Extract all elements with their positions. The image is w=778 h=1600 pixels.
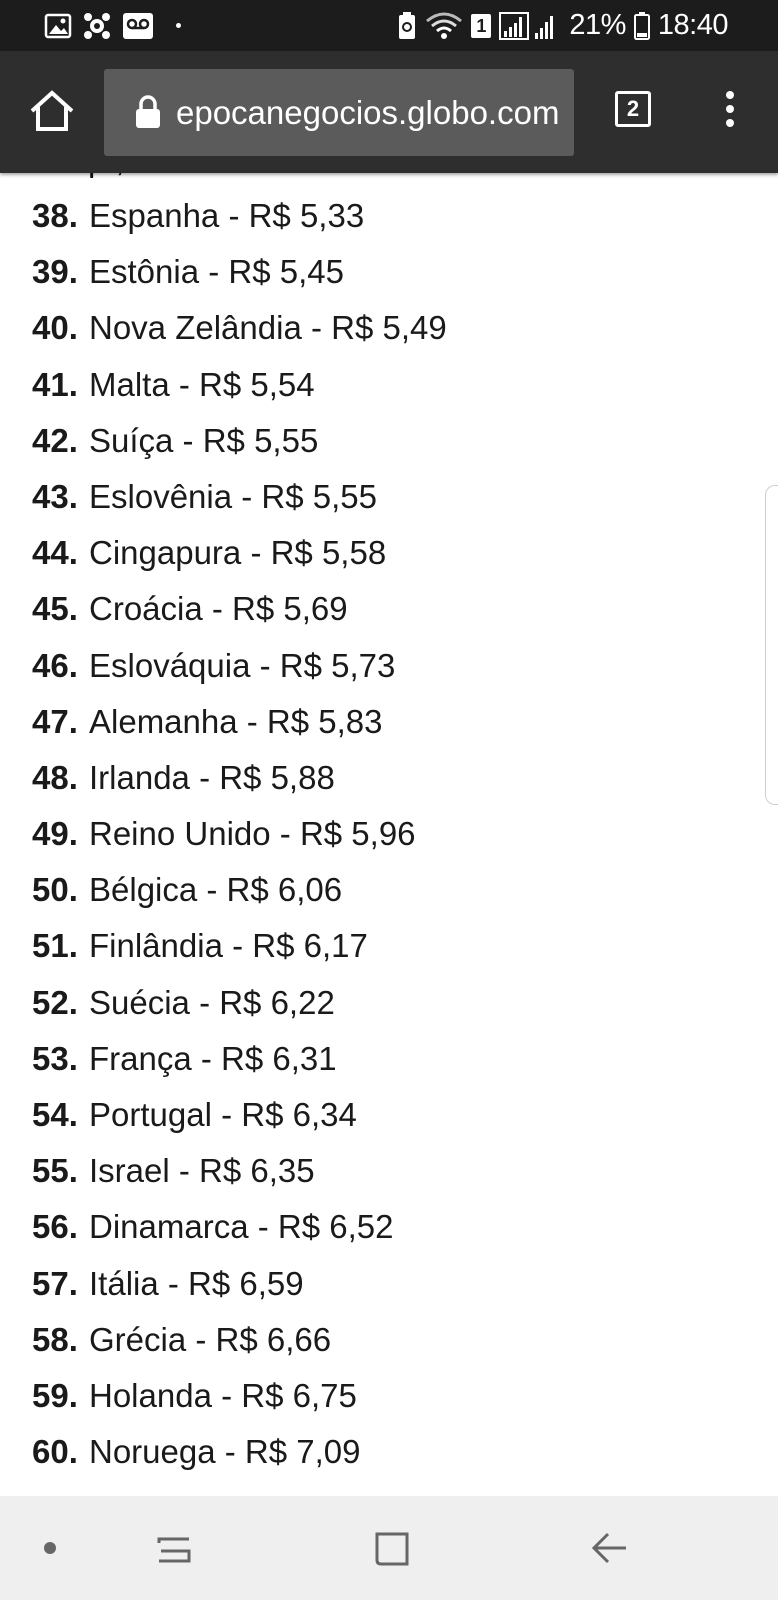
wifi-icon [426,12,463,39]
country-price: Irlanda - R$ 5,88 [89,758,335,796]
list-item: 44. Cingapura - R$ 5,58 [32,533,447,589]
country-price: Nova Zelândia - R$ 5,49 [89,309,447,347]
clock: 18:40 [657,9,729,41]
rank-number: 43. [32,477,78,515]
list-item: 46. Eslováquia - R$ 5,73 [32,646,447,702]
country-price: Eslováquia - R$ 5,73 [89,646,396,684]
list-item: 45. Croácia - R$ 5,69 [32,589,447,645]
rank-number: 54. [32,1096,78,1133]
list-item: 50. Bélgica - R$ 6,06 [32,870,447,926]
rank-number: 60. [32,1433,78,1471]
dot-icon[interactable] [44,1542,56,1554]
scroll-handle[interactable] [765,485,778,805]
rank-number: 46. [32,646,78,684]
browser-toolbar: epocanegocios.globo.com 2 [0,51,778,173]
list-item: 56. Dinamarca - R$ 6,52 [32,1207,447,1263]
rank-number: 42. [32,421,78,459]
app-icon [84,12,110,39]
rank-number: 48. [32,758,78,796]
battery-icon [633,11,650,40]
rank-number: 44. [32,534,78,572]
recent-apps-icon[interactable] [155,1529,195,1569]
list-item: 42. Suíça - R$ 5,55 [32,421,447,477]
address-bar[interactable]: epocanegocios.globo.com [104,69,574,156]
rank-number: 51. [32,927,78,965]
country-price: Estônia - R$ 5,45 [89,253,344,291]
country-price: Alemanha - R$ 5,83 [89,702,383,740]
list-item: 57. Itália - R$ 6,59 [32,1264,447,1320]
country-price: Suíça - R$ 5,55 [89,421,319,459]
voicemail-icon [123,12,153,39]
partial-line: p , [88,173,125,179]
rank-number: 39. [32,253,78,291]
tab-switcher-button[interactable]: 2 [615,91,651,127]
battery-saver-icon [399,11,416,39]
country-price: Noruega - R$ 7,09 [89,1433,361,1471]
list-item: 43. Eslovênia - R$ 5,55 [32,477,447,533]
country-price: Croácia - R$ 5,69 [89,590,348,628]
back-icon[interactable] [590,1528,630,1568]
navigation-bar [0,1496,778,1600]
rank-number: 49. [32,815,78,853]
rank-number: 55. [32,1152,78,1190]
country-price: Reino Unido - R$ 5,96 [89,815,416,853]
status-bar: 1 21% 18:40 [0,0,778,51]
rank-number: 52. [32,983,78,1021]
rank-number: 40. [32,309,78,347]
country-price: Israel - R$ 6,35 [89,1152,315,1190]
image-icon [44,13,72,38]
sim-badge: 1 [471,13,492,38]
country-price: Itália - R$ 6,59 [89,1264,304,1302]
url-text: epocanegocios.globo.com [176,94,560,131]
country-price: Holanda - R$ 6,75 [89,1376,357,1414]
list-item: 53. França - R$ 6,31 [32,1039,447,1095]
page-content: p , 38. Espanha - R$ 5,33 39. Estônia - R$ … [0,173,778,1496]
list-item: 55. Israel - R$ 6,35 [32,1151,447,1207]
country-price: Espanha - R$ 5,33 [89,197,365,234]
list-item: 58. Grécia - R$ 6,66 [32,1320,447,1376]
list-item: 39. Estônia - R$ 5,45 [32,252,447,308]
rank-number: 50. [32,871,78,909]
country-price: França - R$ 6,31 [89,1039,337,1077]
list-item: 49. Reino Unido - R$ 5,96 [32,814,447,870]
rank-number: 53. [32,1039,78,1077]
country-price: Finlândia - R$ 6,17 [89,927,368,965]
rank-number: 56. [32,1208,78,1246]
rank-number: 45. [32,590,78,628]
list-item: 54. Portugal - R$ 6,34 [32,1095,447,1151]
status-left-icons [44,0,181,51]
country-price: Grécia - R$ 6,66 [89,1320,332,1358]
rank-number: 59. [32,1376,78,1414]
list-item: 41. Malta - R$ 5,54 [32,365,447,421]
country-price: Suécia - R$ 6,22 [89,983,335,1021]
country-price: Bélgica - R$ 6,06 [89,871,343,909]
rank-number: 47. [32,702,78,740]
rank-number: 38. [32,197,78,234]
rank-number: 41. [32,365,78,403]
status-right-icons: 1 21% 18:40 [397,0,729,51]
overflow-menu-icon[interactable] [712,91,748,135]
dot-icon [176,23,181,28]
list-item: 51. Finlândia - R$ 6,17 [32,926,447,982]
lock-icon [136,95,160,128]
country-price: Eslovênia - R$ 5,55 [89,477,377,515]
signal-icon [499,11,554,40]
list-item: 40. Nova Zelândia - R$ 5,49 [32,308,447,364]
list-item: 59. Holanda - R$ 6,75 [32,1376,447,1432]
list-item: 52. Suécia - R$ 6,22 [32,983,447,1039]
rank-number: 58. [32,1320,78,1358]
home-icon[interactable] [26,85,78,137]
list-item: 60. Noruega - R$ 7,09 [32,1432,447,1488]
list-item: 47. Alemanha - R$ 5,83 [32,702,447,758]
country-price: Dinamarca - R$ 6,52 [89,1208,394,1246]
ranking-list: 38. Espanha - R$ 5,33 39. Estônia - R$ 5,45… [32,196,447,1488]
list-item: 48. Irlanda - R$ 5,88 [32,758,447,814]
country-price: Portugal - R$ 6,34 [89,1096,357,1133]
home-button-icon[interactable] [373,1530,411,1568]
country-price: Malta - R$ 5,54 [89,365,315,403]
rank-number: 57. [32,1264,78,1302]
battery-percent: 21% [569,9,626,41]
list-item: 38. Espanha - R$ 5,33 [32,196,447,252]
country-price: Cingapura - R$ 5,58 [89,534,387,572]
